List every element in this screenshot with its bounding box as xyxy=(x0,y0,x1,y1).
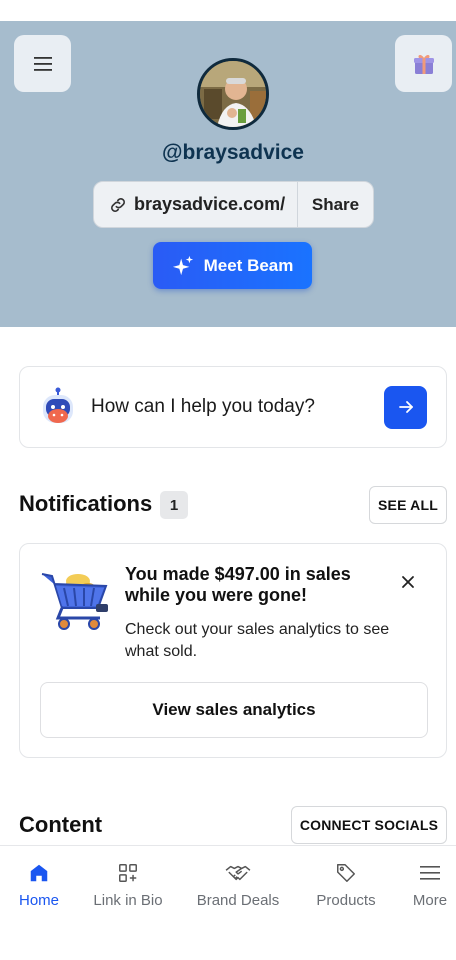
shopping-cart-icon xyxy=(40,564,112,636)
close-icon[interactable] xyxy=(400,574,416,590)
tag-icon xyxy=(335,860,357,886)
assistant-prompt-card[interactable]: How can I help you today? xyxy=(19,366,447,448)
avatar[interactable] xyxy=(197,58,269,130)
link-icon xyxy=(108,195,128,215)
nav-more-label: More xyxy=(412,892,448,909)
arrow-right-icon xyxy=(398,401,413,413)
view-sales-analytics-button[interactable]: View sales analytics xyxy=(40,682,428,738)
sparkles-icon xyxy=(172,255,194,277)
profile-link-text: braysadvice.com/ xyxy=(134,194,286,214)
assistant-prompt-text: How can I help you today? xyxy=(91,396,315,417)
hamburger-menu-button[interactable] xyxy=(14,35,71,92)
nav-more[interactable]: More xyxy=(410,860,450,909)
app-screen: @braysadvice braysadvice.com/ Share Meet… xyxy=(0,0,456,960)
notification-count-badge: 1 xyxy=(160,491,188,519)
nav-home[interactable]: Home xyxy=(18,860,60,909)
profile-link-group: braysadvice.com/ Share xyxy=(93,181,374,228)
nav-link-in-bio[interactable]: Link in Bio xyxy=(93,860,163,909)
notification-title: You made $497.00 in sales while you were… xyxy=(125,564,351,605)
bottom-navigation: Home Link in Bio Brand Deals Products Mo… xyxy=(0,845,456,960)
nav-brand-deals-label: Brand Deals xyxy=(196,892,280,909)
sales-notification-card: You made $497.00 in sales while you were… xyxy=(19,543,447,758)
grid-plus-icon xyxy=(117,860,139,886)
see-all-button[interactable]: SEE ALL xyxy=(369,486,447,524)
assistant-submit-button[interactable] xyxy=(384,385,427,429)
hamburger-icon xyxy=(33,56,52,71)
nav-home-label: Home xyxy=(18,892,59,909)
meet-beam-button[interactable]: Meet Beam xyxy=(153,242,312,289)
meet-beam-label: Meet Beam xyxy=(203,255,294,275)
content-title: Content xyxy=(19,812,103,837)
connect-socials-button[interactable]: CONNECT SOCIALS xyxy=(291,806,447,844)
notification-body: Check out your sales analytics to see wh… xyxy=(125,621,390,660)
menu-icon xyxy=(420,860,440,886)
handshake-icon xyxy=(225,860,251,886)
nav-products-label: Products xyxy=(316,892,376,909)
nav-products[interactable]: Products xyxy=(315,860,377,909)
profile-handle: @braysadvice xyxy=(162,141,304,164)
profile-header: @braysadvice braysadvice.com/ Share Meet… xyxy=(0,21,456,327)
home-icon xyxy=(28,860,50,886)
gift-button[interactable] xyxy=(395,35,452,92)
nav-brand-deals[interactable]: Brand Deals xyxy=(196,860,280,909)
share-button[interactable]: Share xyxy=(298,182,373,227)
notifications-title: Notifications xyxy=(19,491,153,516)
nav-link-in-bio-label: Link in Bio xyxy=(93,892,163,909)
gift-icon xyxy=(413,54,434,74)
robot-icon xyxy=(41,387,75,427)
avatar-photo xyxy=(200,61,266,127)
profile-link-button[interactable]: braysadvice.com/ xyxy=(94,182,298,227)
